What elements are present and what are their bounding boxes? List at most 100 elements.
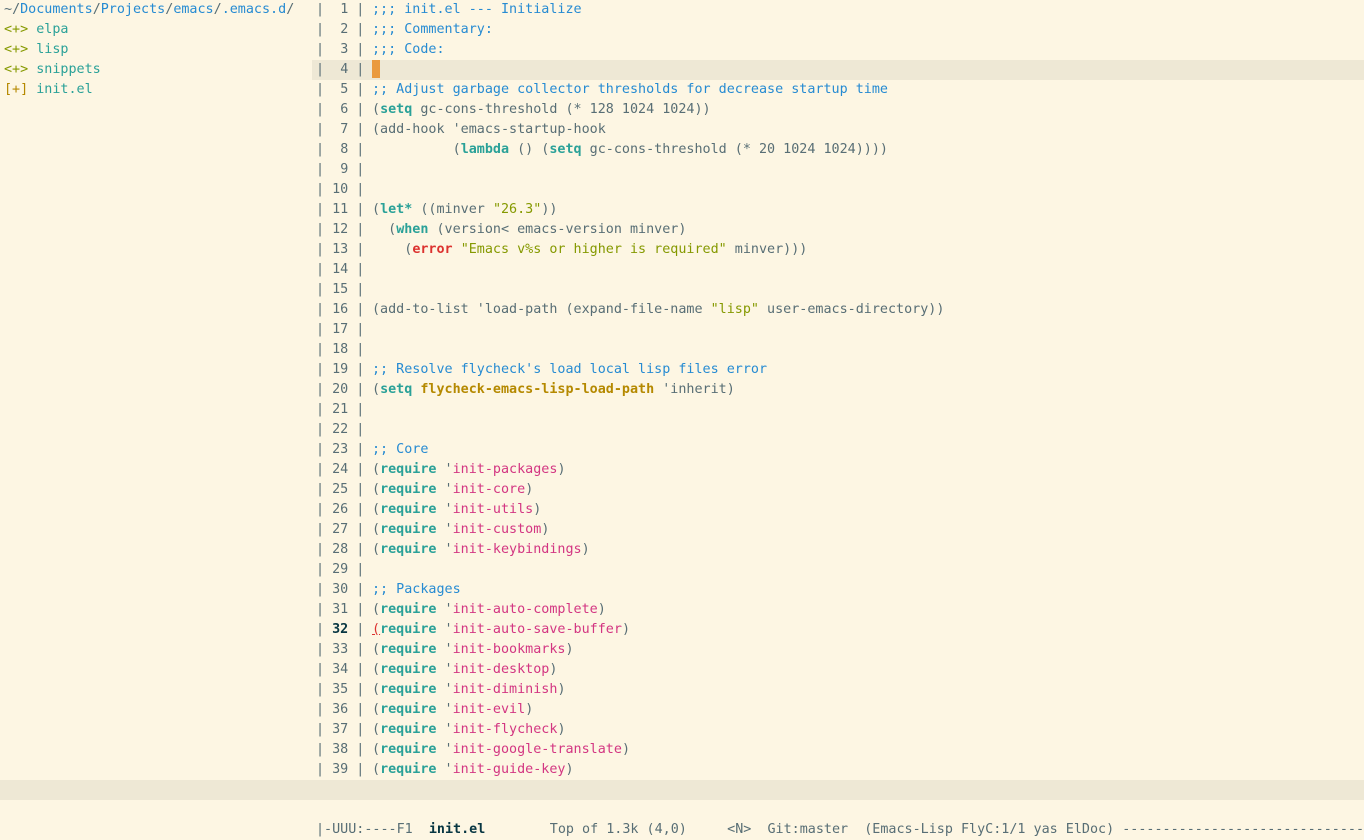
code-token: ;;; init.el --- Initialize bbox=[372, 2, 582, 17]
path-segment-emacs-d[interactable]: .emacs.d bbox=[222, 2, 287, 17]
line-number: | 30 | bbox=[316, 582, 365, 597]
code-line[interactable]: | 21 | bbox=[312, 400, 1364, 420]
code-token: ( bbox=[372, 522, 381, 537]
line-number: | 4 | bbox=[316, 62, 365, 77]
code-line[interactable]: | 24 | (require 'init-packages) bbox=[312, 460, 1364, 480]
code-line[interactable]: | 35 | (require 'init-diminish) bbox=[312, 680, 1364, 700]
line-number: | 22 | bbox=[316, 422, 365, 437]
code-line[interactable]: | 29 | bbox=[312, 560, 1364, 580]
dir-expand-icon[interactable]: <+> bbox=[4, 62, 28, 77]
code-line[interactable]: | 32 | (require 'init-auto-save-buffer) bbox=[312, 620, 1364, 640]
code-token: (add-hook 'emacs-startup-hook bbox=[372, 122, 606, 137]
code-token: ;; Packages bbox=[372, 582, 461, 597]
code-line[interactable]: | 23 | ;; Core bbox=[312, 440, 1364, 460]
dir-expand-icon[interactable]: <+> bbox=[4, 22, 28, 37]
code-token: setq bbox=[380, 102, 413, 117]
neotree-path[interactable]: ~/Documents/Projects/emacs/.emacs.d/ bbox=[4, 0, 294, 20]
code-line[interactable]: | 39 | (require 'init-guide-key) bbox=[312, 760, 1364, 780]
code-token: ' bbox=[436, 542, 453, 557]
code-token: ( bbox=[372, 742, 381, 757]
editor-buffer[interactable]: | 1 | ;;; init.el --- Initialize | 2 | ;;; … bbox=[312, 0, 1364, 780]
line-number: | 7 | bbox=[316, 122, 365, 137]
tree-dir-snippets[interactable]: <+> snippets bbox=[4, 60, 101, 80]
code-line[interactable]: | 37 | (require 'init-flycheck) bbox=[312, 720, 1364, 740]
code-token: require bbox=[380, 742, 437, 757]
line-number: | 14 | bbox=[316, 262, 365, 277]
code-line[interactable]: | 19 | ;; Resolve flycheck's load local l… bbox=[312, 360, 1364, 380]
code-line[interactable]: | 33 | (require 'init-bookmarks) bbox=[312, 640, 1364, 660]
code-line[interactable]: | 36 | (require 'init-evil) bbox=[312, 700, 1364, 720]
code-line[interactable]: | 38 | (require 'init-google-translate) bbox=[312, 740, 1364, 760]
path-segment-documents[interactable]: Documents bbox=[20, 2, 93, 17]
code-line[interactable]: | 8 | (lambda () (setq gc-cons-threshold… bbox=[312, 140, 1364, 160]
code-token: ) bbox=[557, 722, 566, 737]
code-token: init-diminish bbox=[452, 682, 558, 697]
code-line[interactable]: | 25 | (require 'init-core) bbox=[312, 480, 1364, 500]
code-line[interactable]: | 14 | bbox=[312, 260, 1364, 280]
code-text: (require 'init-keybindings) bbox=[372, 540, 590, 560]
code-line[interactable]: | 3 | ;;; Code: bbox=[312, 40, 1364, 60]
code-token: require bbox=[380, 462, 437, 477]
mode-line: << |-UUU:----F1 init.el Top of 1.3k (4,0… bbox=[0, 780, 1364, 837]
code-token: ' bbox=[436, 602, 453, 617]
code-line[interactable]: | 4 | bbox=[312, 60, 1364, 80]
code-line[interactable]: | 34 | (require 'init-desktop) bbox=[312, 660, 1364, 680]
line-number: | 31 | bbox=[316, 602, 365, 617]
path-root: ~ bbox=[4, 2, 13, 17]
line-number: | 37 | bbox=[316, 722, 365, 737]
path-segment-projects[interactable]: Projects bbox=[101, 2, 166, 17]
code-line[interactable]: | 28 | (require 'init-keybindings) bbox=[312, 540, 1364, 560]
code-token: ( bbox=[372, 482, 381, 497]
code-token: ' bbox=[436, 482, 453, 497]
code-line[interactable]: | 22 | bbox=[312, 420, 1364, 440]
code-line[interactable]: | 7 | (add-hook 'emacs-startup-hook bbox=[312, 120, 1364, 140]
code-token: require bbox=[380, 542, 437, 557]
line-number: | 9 | bbox=[316, 162, 365, 177]
code-token: ' bbox=[436, 702, 453, 717]
code-line[interactable]: | 27 | (require 'init-custom) bbox=[312, 520, 1364, 540]
tree-dir-elpa[interactable]: <+> elpa bbox=[4, 20, 69, 40]
code-token: init-evil bbox=[452, 702, 526, 717]
tree-dir-label: lisp bbox=[36, 42, 69, 57]
code-line[interactable]: | 9 | bbox=[312, 160, 1364, 180]
code-line[interactable]: | 17 | bbox=[312, 320, 1364, 340]
dir-expand-icon[interactable]: <+> bbox=[4, 42, 28, 57]
code-line[interactable]: | 16 | (add-to-list 'load-path (expand-fi… bbox=[312, 300, 1364, 320]
code-line[interactable]: | 5 | ;; Adjust garbage collector thresho… bbox=[312, 80, 1364, 100]
code-token: ( bbox=[372, 642, 381, 657]
code-text: (add-hook 'emacs-startup-hook bbox=[372, 120, 606, 140]
tree-file-init-el[interactable]: [+] init.el bbox=[4, 80, 93, 100]
code-line[interactable]: | 1 | ;;; init.el --- Initialize bbox=[312, 0, 1364, 20]
code-line[interactable]: | 11 | (let* ((minver "26.3")) bbox=[312, 200, 1364, 220]
code-token: require bbox=[380, 482, 437, 497]
minibuffer[interactable] bbox=[0, 800, 1364, 822]
code-token: ' bbox=[436, 662, 453, 677]
line-number: | 17 | bbox=[316, 322, 365, 337]
path-segment-emacs[interactable]: emacs bbox=[173, 2, 213, 17]
code-line[interactable]: | 31 | (require 'init-auto-complete) bbox=[312, 600, 1364, 620]
code-token: lambda bbox=[460, 142, 510, 157]
code-line[interactable]: | 20 | (setq flycheck-emacs-lisp-load-pat… bbox=[312, 380, 1364, 400]
code-line[interactable]: | 15 | bbox=[312, 280, 1364, 300]
line-number: | 23 | bbox=[316, 442, 365, 457]
code-token: require bbox=[380, 702, 437, 717]
code-line[interactable]: | 2 | ;;; Commentary: bbox=[312, 20, 1364, 40]
code-token: require bbox=[380, 682, 437, 697]
code-token: minver))) bbox=[726, 242, 808, 257]
code-line[interactable]: | 13 | (error "Emacs v%s or higher is re… bbox=[312, 240, 1364, 260]
code-token: require bbox=[380, 602, 437, 617]
code-token: init-auto-save-buffer bbox=[452, 622, 622, 637]
code-line[interactable]: | 12 | (when (version< emacs-version min… bbox=[312, 220, 1364, 240]
code-line[interactable]: | 6 | (setq gc-cons-threshold (* 128 1024… bbox=[312, 100, 1364, 120]
code-line[interactable]: | 26 | (require 'init-utils) bbox=[312, 500, 1364, 520]
code-token: ) bbox=[581, 542, 590, 557]
tree-dir-lisp[interactable]: <+> lisp bbox=[4, 40, 69, 60]
code-token: init-desktop bbox=[452, 662, 550, 677]
code-line[interactable]: | 30 | ;; Packages bbox=[312, 580, 1364, 600]
code-text: (require 'init-packages) bbox=[372, 460, 566, 480]
code-line[interactable]: | 10 | bbox=[312, 180, 1364, 200]
code-line[interactable]: | 18 | bbox=[312, 340, 1364, 360]
code-token: ( bbox=[372, 602, 381, 617]
code-token: ) bbox=[549, 662, 558, 677]
code-text: (let* ((minver "26.3")) bbox=[372, 200, 557, 220]
